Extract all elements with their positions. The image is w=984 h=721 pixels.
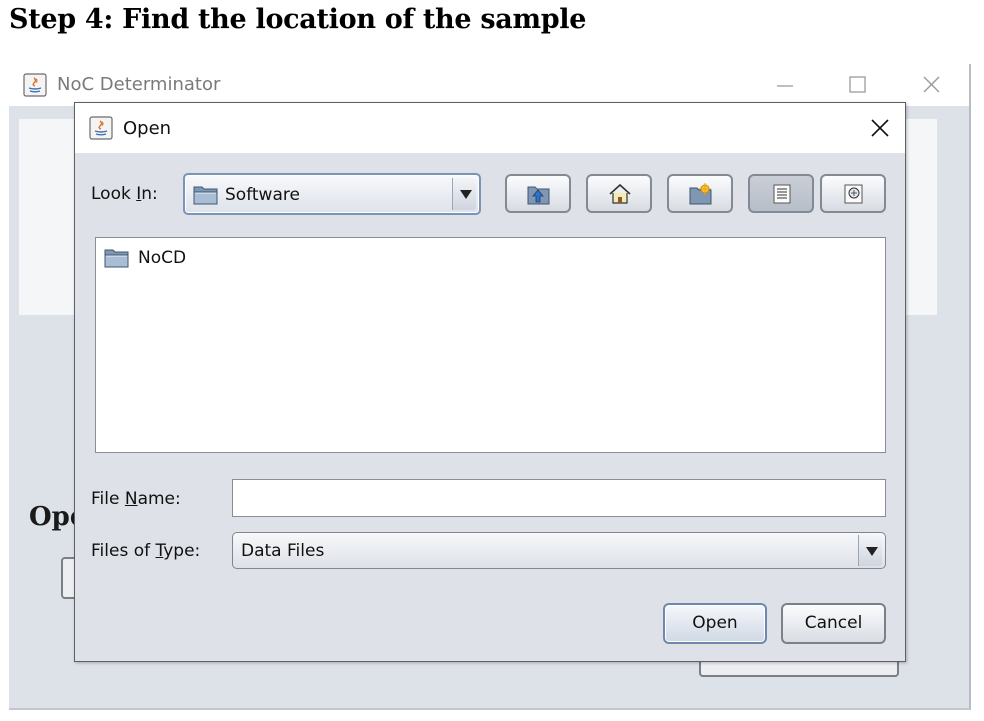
close-icon bbox=[923, 76, 940, 93]
dialog-title: Open bbox=[123, 118, 172, 139]
files-of-type-label-suffix: ype: bbox=[163, 541, 201, 561]
home-button[interactable] bbox=[586, 174, 652, 213]
look-in-label-suffix: n: bbox=[141, 184, 158, 204]
file-name-field[interactable] bbox=[232, 479, 886, 517]
file-name-label-mnemonic: N bbox=[124, 489, 138, 509]
file-name-label-text: File bbox=[91, 489, 125, 509]
java-app-icon bbox=[89, 116, 113, 140]
new-folder-button[interactable] bbox=[667, 174, 733, 213]
list-view-button[interactable] bbox=[748, 174, 814, 213]
files-of-type-label: Files of Type: bbox=[91, 541, 200, 561]
close-window-button[interactable] bbox=[911, 72, 951, 98]
look-in-label: Look In: bbox=[91, 184, 158, 204]
file-name-label: File Name: bbox=[91, 489, 181, 509]
minimize-button[interactable] bbox=[765, 72, 805, 98]
java-app-icon bbox=[23, 73, 47, 97]
up-one-level-button[interactable] bbox=[505, 174, 571, 213]
files-of-type-combo[interactable]: Data Files bbox=[232, 532, 886, 569]
main-window-title: NoC Determinator bbox=[57, 74, 221, 95]
files-of-type-label-text: Files of bbox=[91, 541, 156, 561]
new-folder-icon bbox=[689, 183, 712, 205]
details-view-icon bbox=[844, 184, 863, 204]
step-heading: Step 4: Find the location of the sample bbox=[9, 4, 587, 35]
folder-icon bbox=[193, 184, 219, 206]
main-window-titlebar: NoC Determinator bbox=[9, 64, 969, 106]
cancel-button[interactable]: Cancel bbox=[781, 603, 886, 644]
maximize-button[interactable] bbox=[837, 72, 877, 98]
open-dialog: Open Look In: Software NoCD File Name: F… bbox=[74, 102, 906, 662]
list-view-icon bbox=[773, 184, 791, 204]
file-name-label-suffix: ame: bbox=[137, 489, 181, 509]
file-item-label: NoCD bbox=[138, 248, 187, 268]
chevron-down-icon[interactable] bbox=[858, 535, 882, 566]
dialog-titlebar: Open bbox=[75, 103, 905, 153]
file-list[interactable]: NoCD bbox=[95, 237, 886, 453]
chevron-down-icon[interactable] bbox=[452, 178, 476, 210]
look-in-label-text: Look bbox=[91, 184, 137, 204]
dialog-close-icon[interactable] bbox=[867, 115, 893, 141]
look-in-value: Software bbox=[225, 185, 300, 205]
files-of-type-value: Data Files bbox=[241, 541, 325, 561]
open-button[interactable]: Open bbox=[663, 603, 767, 644]
look-in-combo[interactable]: Software bbox=[183, 173, 481, 215]
minimize-icon bbox=[777, 85, 793, 87]
folder-icon bbox=[104, 247, 130, 269]
home-icon bbox=[609, 183, 631, 204]
details-view-button[interactable] bbox=[820, 174, 886, 213]
maximize-icon bbox=[849, 76, 866, 93]
up-one-level-icon bbox=[527, 186, 550, 205]
